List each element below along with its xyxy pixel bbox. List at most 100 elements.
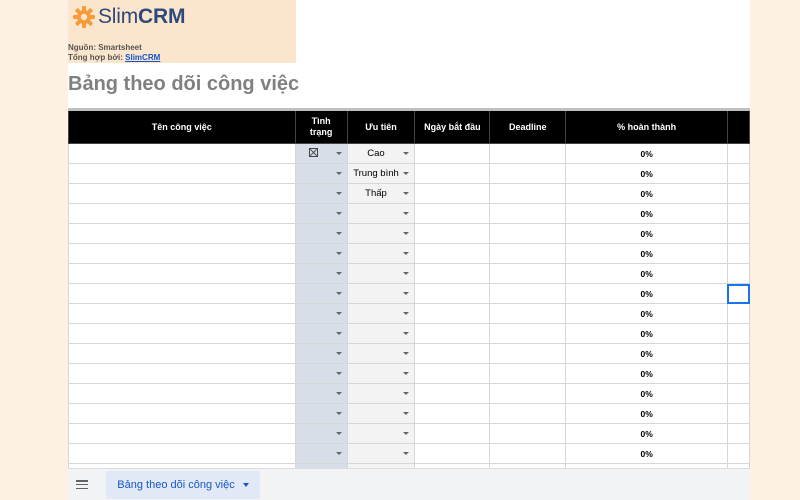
extra-cell[interactable]	[726, 363, 750, 384]
priority-cell[interactable]: Thấp	[346, 183, 416, 204]
status-cell[interactable]	[294, 223, 348, 244]
priority-cell[interactable]: Cao	[346, 143, 416, 164]
extra-cell[interactable]	[726, 143, 750, 164]
dropdown-arrow-icon[interactable]	[403, 252, 410, 255]
dropdown-arrow-icon[interactable]	[403, 352, 410, 355]
status-cell[interactable]	[294, 263, 348, 284]
extra-cell[interactable]	[726, 343, 750, 364]
task-name-cell[interactable]	[68, 443, 296, 464]
start-date-cell[interactable]	[414, 423, 491, 444]
extra-cell[interactable]	[726, 263, 750, 284]
status-cell[interactable]	[294, 363, 348, 384]
status-cell[interactable]	[294, 183, 348, 204]
task-name-cell[interactable]	[68, 403, 296, 424]
task-name-cell[interactable]	[68, 363, 296, 384]
start-date-cell[interactable]	[414, 363, 491, 384]
deadline-cell[interactable]	[489, 183, 567, 204]
start-date-cell[interactable]	[414, 303, 491, 324]
percent-complete-cell[interactable]: 0%	[565, 443, 728, 464]
dropdown-arrow-icon[interactable]	[403, 392, 410, 395]
percent-complete-cell[interactable]: 0%	[565, 163, 728, 184]
dropdown-arrow-icon[interactable]	[335, 332, 342, 335]
dropdown-arrow-icon[interactable]	[335, 212, 342, 215]
deadline-cell[interactable]	[489, 163, 567, 184]
start-date-cell[interactable]	[414, 403, 491, 424]
task-name-cell[interactable]	[68, 143, 296, 164]
deadline-cell[interactable]	[489, 383, 567, 404]
start-date-cell[interactable]	[414, 223, 491, 244]
start-date-cell[interactable]	[414, 443, 491, 464]
priority-cell[interactable]	[346, 443, 416, 464]
dropdown-arrow-icon[interactable]	[403, 172, 410, 175]
percent-complete-cell[interactable]: 0%	[565, 143, 728, 164]
dropdown-arrow-icon[interactable]	[403, 152, 410, 155]
header-start-date[interactable]: Ngày bắt đầu	[414, 108, 491, 144]
task-name-cell[interactable]	[68, 423, 296, 444]
sheet-tab-dropdown-icon[interactable]	[242, 483, 249, 487]
deadline-cell[interactable]	[489, 423, 567, 444]
status-cell[interactable]	[294, 323, 348, 344]
percent-complete-cell[interactable]: 0%	[565, 183, 728, 204]
start-date-cell[interactable]	[414, 383, 491, 404]
dropdown-arrow-icon[interactable]	[403, 232, 410, 235]
status-cell[interactable]	[294, 203, 348, 224]
dropdown-arrow-icon[interactable]	[335, 192, 342, 195]
dropdown-arrow-icon[interactable]	[403, 192, 410, 195]
start-date-cell[interactable]	[414, 203, 491, 224]
dropdown-arrow-icon[interactable]	[403, 272, 410, 275]
status-cell[interactable]	[294, 143, 348, 164]
priority-cell[interactable]	[346, 343, 416, 364]
dropdown-arrow-icon[interactable]	[335, 452, 342, 455]
start-date-cell[interactable]	[414, 323, 491, 344]
percent-complete-cell[interactable]: 0%	[565, 203, 728, 224]
priority-cell[interactable]	[346, 303, 416, 324]
header-task-name[interactable]: Tên công việc	[68, 108, 296, 144]
task-name-cell[interactable]	[68, 263, 296, 284]
dropdown-arrow-icon[interactable]	[403, 452, 410, 455]
status-cell[interactable]	[294, 243, 348, 264]
status-checkbox-icon[interactable]	[308, 148, 318, 157]
task-name-cell[interactable]	[68, 303, 296, 324]
dropdown-arrow-icon[interactable]	[403, 212, 410, 215]
dropdown-arrow-icon[interactable]	[335, 232, 342, 235]
sheet-tab-task-tracker[interactable]: Bảng theo dõi công việc	[106, 471, 260, 499]
task-name-cell[interactable]	[68, 323, 296, 344]
dropdown-arrow-icon[interactable]	[335, 312, 342, 315]
priority-cell[interactable]	[346, 403, 416, 424]
task-name-cell[interactable]	[68, 203, 296, 224]
deadline-cell[interactable]	[489, 443, 567, 464]
extra-cell[interactable]	[726, 403, 750, 424]
deadline-cell[interactable]	[489, 223, 567, 244]
header-deadline[interactable]: Deadline	[489, 108, 567, 144]
deadline-cell[interactable]	[489, 343, 567, 364]
status-cell[interactable]	[294, 343, 348, 364]
dropdown-arrow-icon[interactable]	[335, 432, 342, 435]
deadline-cell[interactable]	[489, 403, 567, 424]
extra-cell[interactable]	[726, 383, 750, 404]
priority-cell[interactable]: Trung bình	[346, 163, 416, 184]
extra-cell[interactable]	[726, 323, 750, 344]
slimcrm-link[interactable]: SlimCRM	[125, 53, 160, 62]
extra-cell[interactable]	[726, 223, 750, 244]
status-cell[interactable]	[294, 163, 348, 184]
priority-cell[interactable]	[346, 383, 416, 404]
status-cell[interactable]	[294, 383, 348, 404]
percent-complete-cell[interactable]: 0%	[565, 223, 728, 244]
status-cell[interactable]	[294, 403, 348, 424]
priority-cell[interactable]	[346, 363, 416, 384]
percent-complete-cell[interactable]: 0%	[565, 243, 728, 264]
priority-cell[interactable]	[346, 223, 416, 244]
dropdown-arrow-icon[interactable]	[403, 312, 410, 315]
priority-cell[interactable]	[346, 263, 416, 284]
percent-complete-cell[interactable]: 0%	[565, 343, 728, 364]
percent-complete-cell[interactable]: 0%	[565, 423, 728, 444]
start-date-cell[interactable]	[414, 263, 491, 284]
percent-complete-cell[interactable]: 0%	[565, 283, 728, 304]
deadline-cell[interactable]	[489, 303, 567, 324]
dropdown-arrow-icon[interactable]	[335, 412, 342, 415]
extra-cell[interactable]	[726, 243, 750, 264]
dropdown-arrow-icon[interactable]	[335, 272, 342, 275]
dropdown-arrow-icon[interactable]	[335, 392, 342, 395]
dropdown-arrow-icon[interactable]	[403, 372, 410, 375]
percent-complete-cell[interactable]: 0%	[565, 303, 728, 324]
